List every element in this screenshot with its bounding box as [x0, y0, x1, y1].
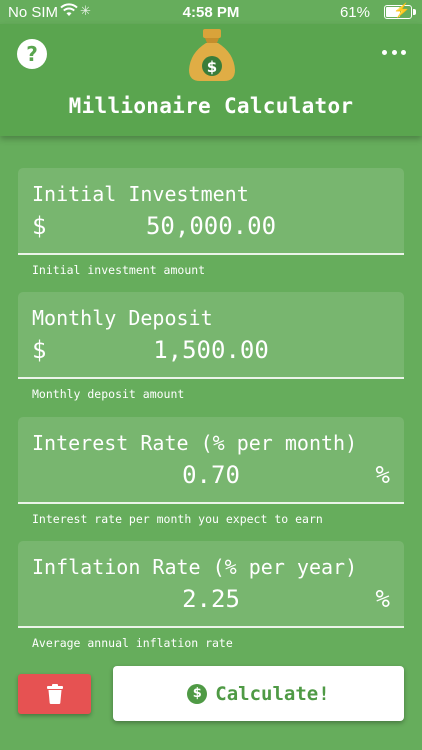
delete-button[interactable]: [18, 674, 91, 714]
calculate-label: Calculate!: [215, 682, 330, 705]
percent-suffix: %: [375, 461, 390, 489]
money-bag-icon: $: [189, 29, 235, 81]
interest-rate-helper: Interest rate per month you expect to ea…: [32, 512, 323, 526]
initial-investment-field[interactable]: Initial Investment $ 50,000.00: [18, 168, 404, 255]
initial-investment-label: Initial Investment: [32, 182, 249, 206]
inflation-rate-field[interactable]: Inflation Rate (% per year) 2.25 %: [18, 541, 404, 628]
monthly-deposit-label: Monthly Deposit: [32, 306, 213, 330]
monthly-deposit-helper: Monthly deposit amount: [32, 387, 185, 401]
page-title: Millionaire Calculator: [68, 94, 354, 118]
battery-icon: ⚡: [384, 2, 416, 19]
dollar-circle-icon: $: [187, 683, 208, 704]
inflation-rate-label: Inflation Rate (% per year): [32, 555, 358, 579]
initial-investment-helper: Initial investment amount: [32, 263, 206, 277]
svg-text:$: $: [207, 58, 217, 76]
app-header: ? $ Millionaire Calculator: [0, 24, 422, 136]
calculate-button[interactable]: $ Calculate!: [113, 666, 404, 721]
more-options-icon[interactable]: [382, 46, 406, 58]
interest-rate-field[interactable]: Interest Rate (% per month) 0.70 %: [18, 417, 404, 504]
status-bar: No SIM ✳ 4:58 PM 61% ⚡: [0, 0, 422, 24]
trash-icon: [46, 684, 63, 704]
charging-bolt-icon: ⚡: [393, 2, 411, 18]
battery-percent: 61%: [339, 4, 370, 21]
help-icon[interactable]: ?: [17, 39, 47, 69]
initial-investment-value[interactable]: 50,000.00: [18, 212, 404, 240]
interest-rate-value[interactable]: 0.70: [18, 461, 404, 489]
inflation-rate-value[interactable]: 2.25: [18, 585, 404, 613]
inflation-rate-helper: Average annual inflation rate: [32, 636, 233, 650]
interest-rate-label: Interest Rate (% per month): [32, 431, 358, 455]
percent-suffix: %: [375, 585, 390, 613]
monthly-deposit-value[interactable]: 1,500.00: [18, 336, 404, 364]
monthly-deposit-field[interactable]: Monthly Deposit $ 1,500.00: [18, 292, 404, 379]
